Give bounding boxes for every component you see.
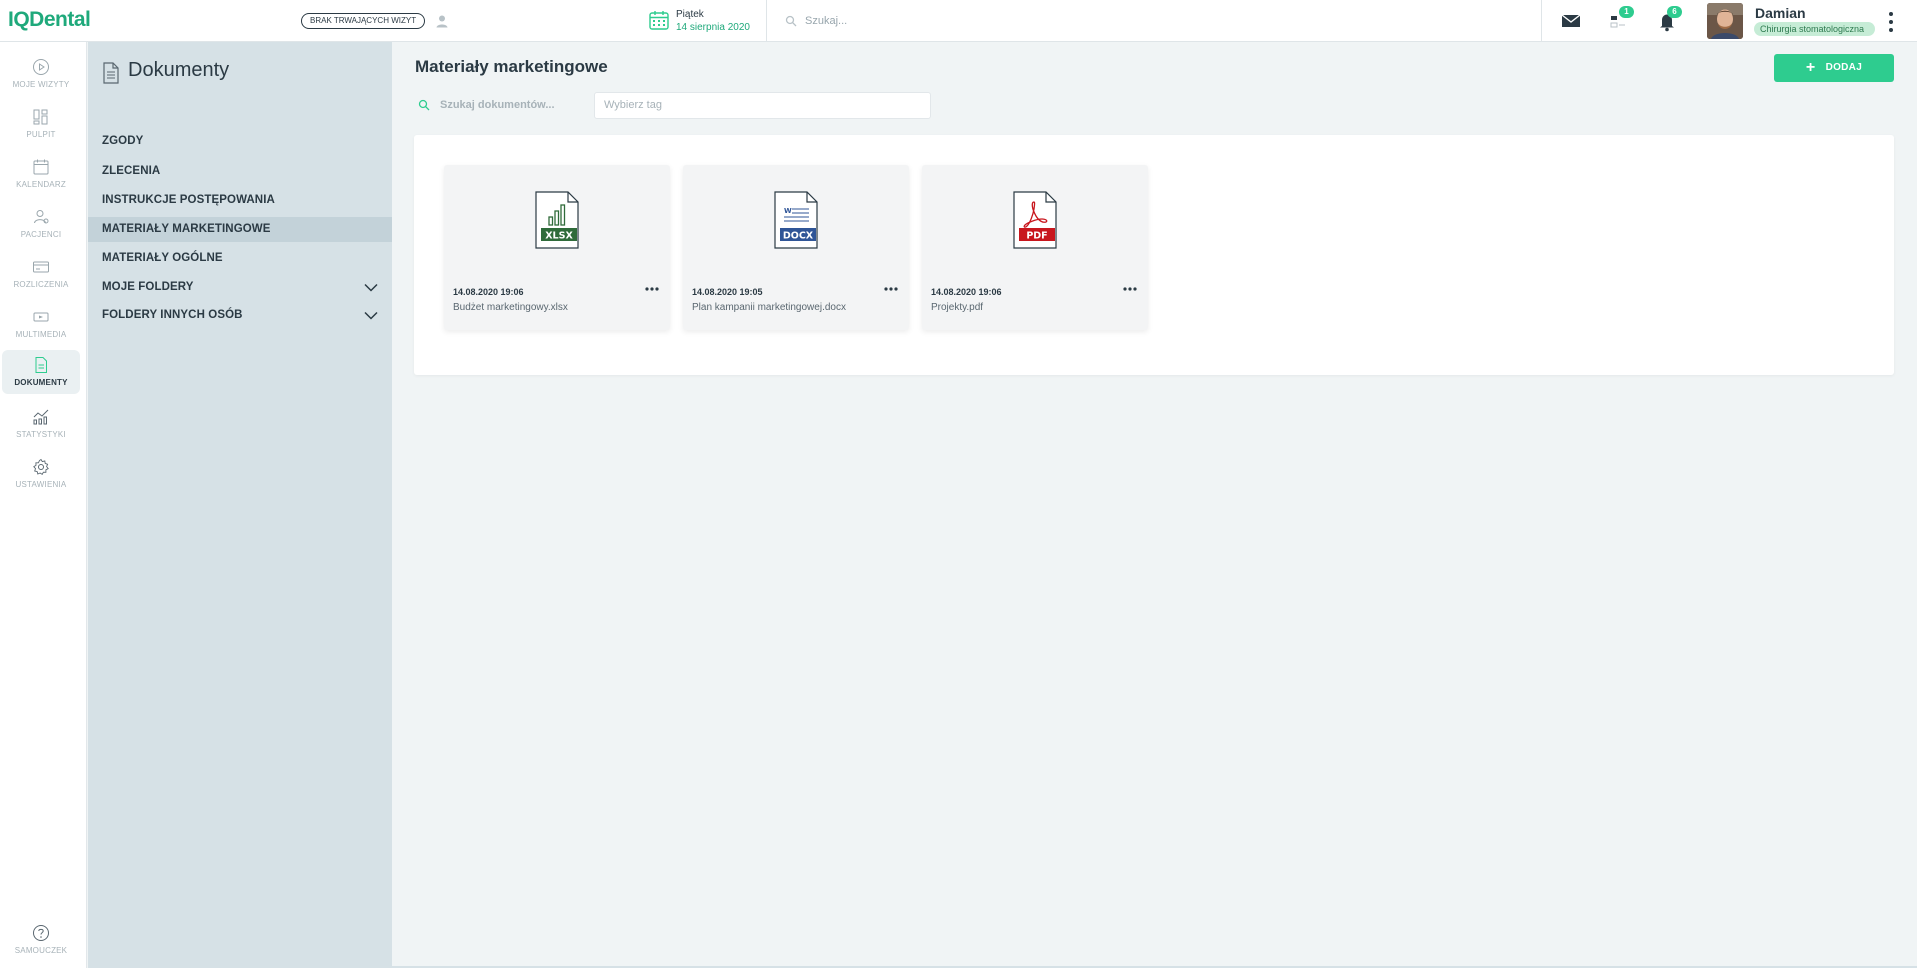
user-photo-icon [1707, 3, 1743, 39]
file-name[interactable]: Plan kampanii marketingowej.docx [692, 302, 846, 313]
top-bar: IQDental BRAK TRWAJĄCYCH WIZYT Piątek 14… [0, 0, 1917, 42]
file-card[interactable]: W DOCX 14.08.2020 19:05 Plan kampanii ma… [683, 165, 909, 330]
nav-label: STATYSTYKI [16, 430, 66, 439]
dashboard-icon [33, 109, 48, 125]
nav-label: MULTIMEDIA [15, 330, 67, 339]
nav-item-moje-wizyty[interactable]: MOJE WIZYTY [2, 52, 80, 96]
add-document-button[interactable]: + DODAJ [1774, 54, 1894, 82]
add-label: DODAJ [1825, 62, 1863, 73]
user-name[interactable]: Damian [1755, 5, 1806, 21]
document-icon [35, 357, 47, 373]
tag-select[interactable]: Wybierz tag [594, 92, 931, 119]
file-card[interactable]: PDF 14.08.2020 19:06 Projekty.pdf [922, 165, 1148, 330]
folder-zlecenia[interactable]: ZLECENIA [88, 159, 392, 184]
nav-label: KALENDARZ [16, 180, 66, 189]
document-icon [103, 62, 119, 84]
nav-item-statystyki[interactable]: STATYSTYKI [2, 402, 80, 446]
svg-text:W: W [784, 207, 792, 215]
nav-item-kalendarz[interactable]: KALENDARZ [2, 152, 80, 196]
tasks-button[interactable]: 1 [1607, 6, 1634, 34]
more-horizontal-icon[interactable] [644, 284, 660, 294]
search-icon [418, 99, 430, 111]
documents-panel: Dokumenty ZGODY ZLECENIA INSTRUKCJE POST… [88, 42, 392, 968]
divider [1541, 0, 1542, 42]
gear-icon [33, 458, 49, 476]
main-nav: MOJE WIZYTY PULPIT KALENDARZ PACJENCI RO… [0, 42, 87, 968]
nav-item-dokumenty[interactable]: DOKUMENTY [2, 350, 80, 394]
patients-icon [34, 210, 49, 224]
folder-label: MOJE FOLDERY [102, 281, 194, 293]
notifications-badge: 6 [1667, 6, 1682, 18]
nav-item-ustawienia[interactable]: USTAWIENIA [2, 452, 80, 496]
visits-status-pill[interactable]: BRAK TRWAJĄCYCH WIZYT [301, 13, 426, 29]
pdf-file-icon: PDF [1013, 191, 1057, 249]
nav-label: SAMOUCZEK [14, 946, 68, 955]
folder-materialy-marketingowe[interactable]: MATERIAŁY MARKETINGOWE [88, 217, 392, 242]
more-horizontal-icon[interactable] [1122, 284, 1138, 294]
nav-item-multimedia[interactable]: MULTIMEDIA [2, 302, 80, 346]
notifications-button[interactable]: 6 [1655, 6, 1682, 34]
more-vertical-icon[interactable] [1883, 10, 1899, 34]
help-icon [33, 925, 49, 941]
more-horizontal-icon[interactable] [883, 284, 899, 294]
folder-materialy-ogolne[interactable]: MATERIAŁY OGÓLNE [88, 246, 392, 271]
global-search-input[interactable] [805, 10, 1505, 32]
divider [766, 0, 767, 42]
stats-icon [33, 409, 49, 425]
page-title: Materiały marketingowe [415, 57, 608, 76]
file-date: 14.08.2020 19:05 [692, 287, 763, 297]
search-icon [785, 15, 797, 27]
nav-label: PULPIT [26, 130, 56, 139]
app-logo[interactable]: IQDental [8, 8, 91, 32]
file-type-label: PDF [1026, 231, 1047, 242]
avatar[interactable] [1707, 3, 1743, 39]
documents-title: Dokumenty [128, 59, 230, 81]
nav-label: ROZLICZENIA [13, 280, 69, 289]
card-icon [33, 261, 49, 273]
nav-label: USTAWIENIA [15, 480, 67, 489]
date-day: Piątek [676, 9, 704, 20]
folder-foldery-innych-osob[interactable]: FOLDERY INNYCH OSÓB [88, 303, 392, 328]
nav-label: DOKUMENTY [14, 378, 68, 387]
calendar-icon [33, 159, 49, 175]
file-date: 14.08.2020 19:06 [931, 287, 1002, 297]
user-icon [436, 15, 448, 28]
xlsx-file-icon: XLSX [535, 191, 579, 249]
user-role-badge: Chirurgia stomatologiczna [1754, 22, 1875, 36]
folder-zgody[interactable]: ZGODY [88, 129, 392, 154]
play-circle-icon [33, 59, 49, 75]
nav-label: MOJE WIZYTY [12, 80, 70, 89]
nav-item-pulpit[interactable]: PULPIT [2, 102, 80, 146]
file-name[interactable]: Budżet marketingowy.xlsx [453, 302, 568, 313]
file-name[interactable]: Projekty.pdf [931, 302, 983, 313]
file-date: 14.08.2020 19:06 [453, 287, 524, 297]
folder-instrukcje-postepowania[interactable]: INSTRUKCJE POSTĘPOWANIA [88, 188, 392, 213]
docx-file-icon: W DOCX [774, 191, 818, 249]
file-card[interactable]: XLSX 14.08.2020 19:06 Budżet marketingow… [444, 165, 670, 330]
document-search-input[interactable] [440, 93, 580, 117]
date-full: 14 sierpnia 2020 [676, 22, 750, 33]
calendar-icon [649, 11, 669, 30]
mail-icon [1561, 14, 1581, 27]
plus-icon: + [1805, 59, 1816, 76]
chevron-down-icon[interactable] [364, 283, 378, 292]
nav-item-samouczek[interactable]: SAMOUCZEK [2, 918, 80, 962]
file-type-label: DOCX [783, 231, 814, 242]
nav-item-pacjenci[interactable]: PACJENCI [2, 202, 80, 246]
folder-label: FOLDERY INNYCH OSÓB [102, 309, 243, 321]
file-type-label: XLSX [545, 231, 573, 242]
folder-moje-foldery[interactable]: MOJE FOLDERY [88, 275, 392, 300]
files-panel: XLSX 14.08.2020 19:06 Budżet marketingow… [414, 135, 1894, 375]
nav-label: PACJENCI [20, 230, 62, 239]
messages-button[interactable] [1558, 8, 1584, 34]
chevron-down-icon[interactable] [364, 311, 378, 320]
multimedia-icon [33, 312, 49, 322]
tasks-badge: 1 [1619, 6, 1634, 18]
nav-item-rozliczenia[interactable]: ROZLICZENIA [2, 252, 80, 296]
